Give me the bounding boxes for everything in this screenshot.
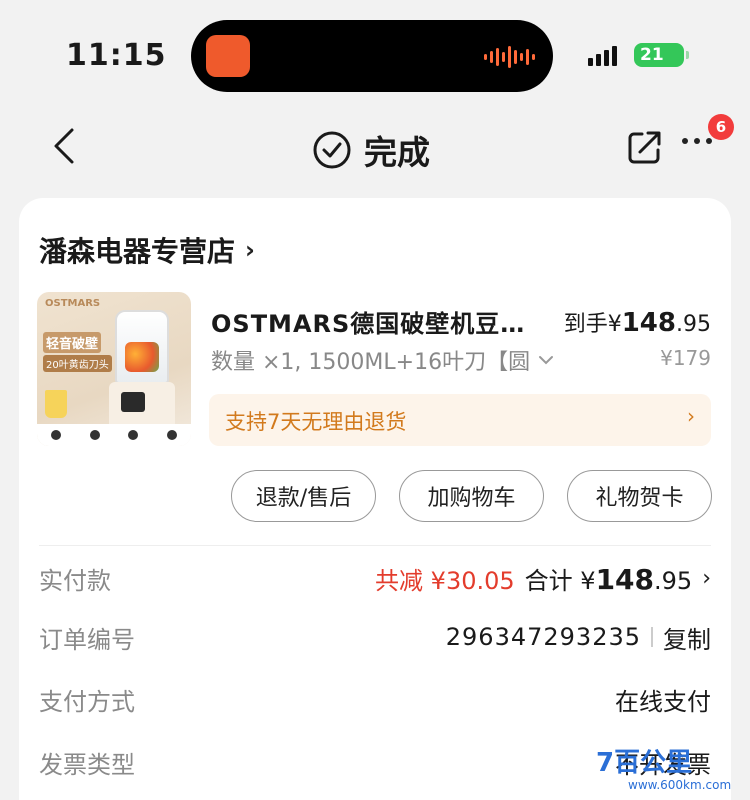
dynamic-island [191,20,553,92]
final-price-dec: .95 [676,312,711,337]
total-prefix: 合计 ¥ [524,566,596,595]
original-price: ¥179 [660,346,711,370]
nav-bar: 完成 6 [0,110,750,190]
final-price-prefix: 到手¥ [563,312,622,337]
status-time: 11:15 [66,38,167,73]
notification-badge: 6 [708,114,734,140]
battery-level: 21 [640,45,664,65]
check-circle-icon [313,131,351,169]
refund-policy-banner[interactable]: 支持7天无理由退货 › [209,394,711,446]
payment-method-row: 支付方式 在线支付 [39,679,711,719]
total-int: 148 [595,562,655,596]
paid-label: 实付款 [39,566,111,595]
watermark-logo: 7百公里 www.600km.com [596,742,746,798]
reduction-amount: 共减 ¥30.05 [375,566,515,595]
order-card: 潘森电器专营店 › OSTMARS 轻音破壁 20叶黄齿刀头 OSTMARS德国… [19,198,731,800]
signal-icon [588,44,617,66]
thumb-brand: OSTMARS [45,298,101,309]
order-number: 296347293235 [445,623,641,651]
product-name[interactable]: OSTMARS德国破壁机豆… [211,304,525,339]
order-number-row: 订单编号 296347293235 复制 [39,617,711,657]
more-icon[interactable] [682,138,712,144]
thumb-line-1: 轻音破壁 [43,332,102,353]
divider [39,545,711,546]
share-icon[interactable] [626,128,664,166]
refund-button[interactable]: 退款/售后 [231,470,376,522]
action-buttons: 退款/售后 加购物车 礼物贺卡 [231,470,712,522]
store-link[interactable]: 潘森电器专营店 › [39,230,255,270]
page-title: 完成 [364,133,430,172]
back-icon[interactable] [48,124,88,168]
product-spec-text: 数量 ×1, 1500ML+16叶刀【圆 [211,350,531,375]
chevron-right-icon: › [245,236,255,264]
store-name: 潘森电器专营店 [39,235,236,268]
separator [651,627,653,647]
order-label: 订单编号 [39,625,135,654]
add-to-cart-button[interactable]: 加购物车 [399,470,544,522]
total-dec: .95 [654,566,693,595]
payment-label: 支付方式 [39,687,135,716]
page-title-group: 完成 [312,126,430,174]
invoice-label: 发票类型 [39,750,135,779]
product-image[interactable]: OSTMARS 轻音破壁 20叶黄齿刀头 [37,292,191,446]
payment-value: 在线支付 [615,687,711,716]
copy-button[interactable]: 复制 [663,620,711,655]
chevron-right-icon: › [687,404,695,428]
app-activity-icon [206,35,250,77]
final-price: 到手¥148.95 [564,306,711,338]
total-amount: 合计 ¥148.95 [525,561,693,596]
refund-policy-text: 支持7天无理由退货 [225,410,407,434]
chevron-right-icon: › [702,565,711,591]
status-bar: 11:15 21 [0,0,750,105]
product-spec[interactable]: 数量 ×1, 1500ML+16叶刀【圆 [211,344,554,376]
battery-icon: 21 [634,43,689,67]
watermark-url: www.600km.com [628,778,732,792]
chevron-down-icon [539,356,554,365]
audio-wave-icon [484,46,535,68]
gift-card-button[interactable]: 礼物贺卡 [567,470,712,522]
paid-row[interactable]: 实付款 共减 ¥30.05 合计 ¥148.95 › [39,558,711,598]
watermark-text: 7百公里 [596,748,693,778]
final-price-int: 148 [621,308,676,338]
thumb-line-2: 20叶黄齿刀头 [43,355,112,372]
